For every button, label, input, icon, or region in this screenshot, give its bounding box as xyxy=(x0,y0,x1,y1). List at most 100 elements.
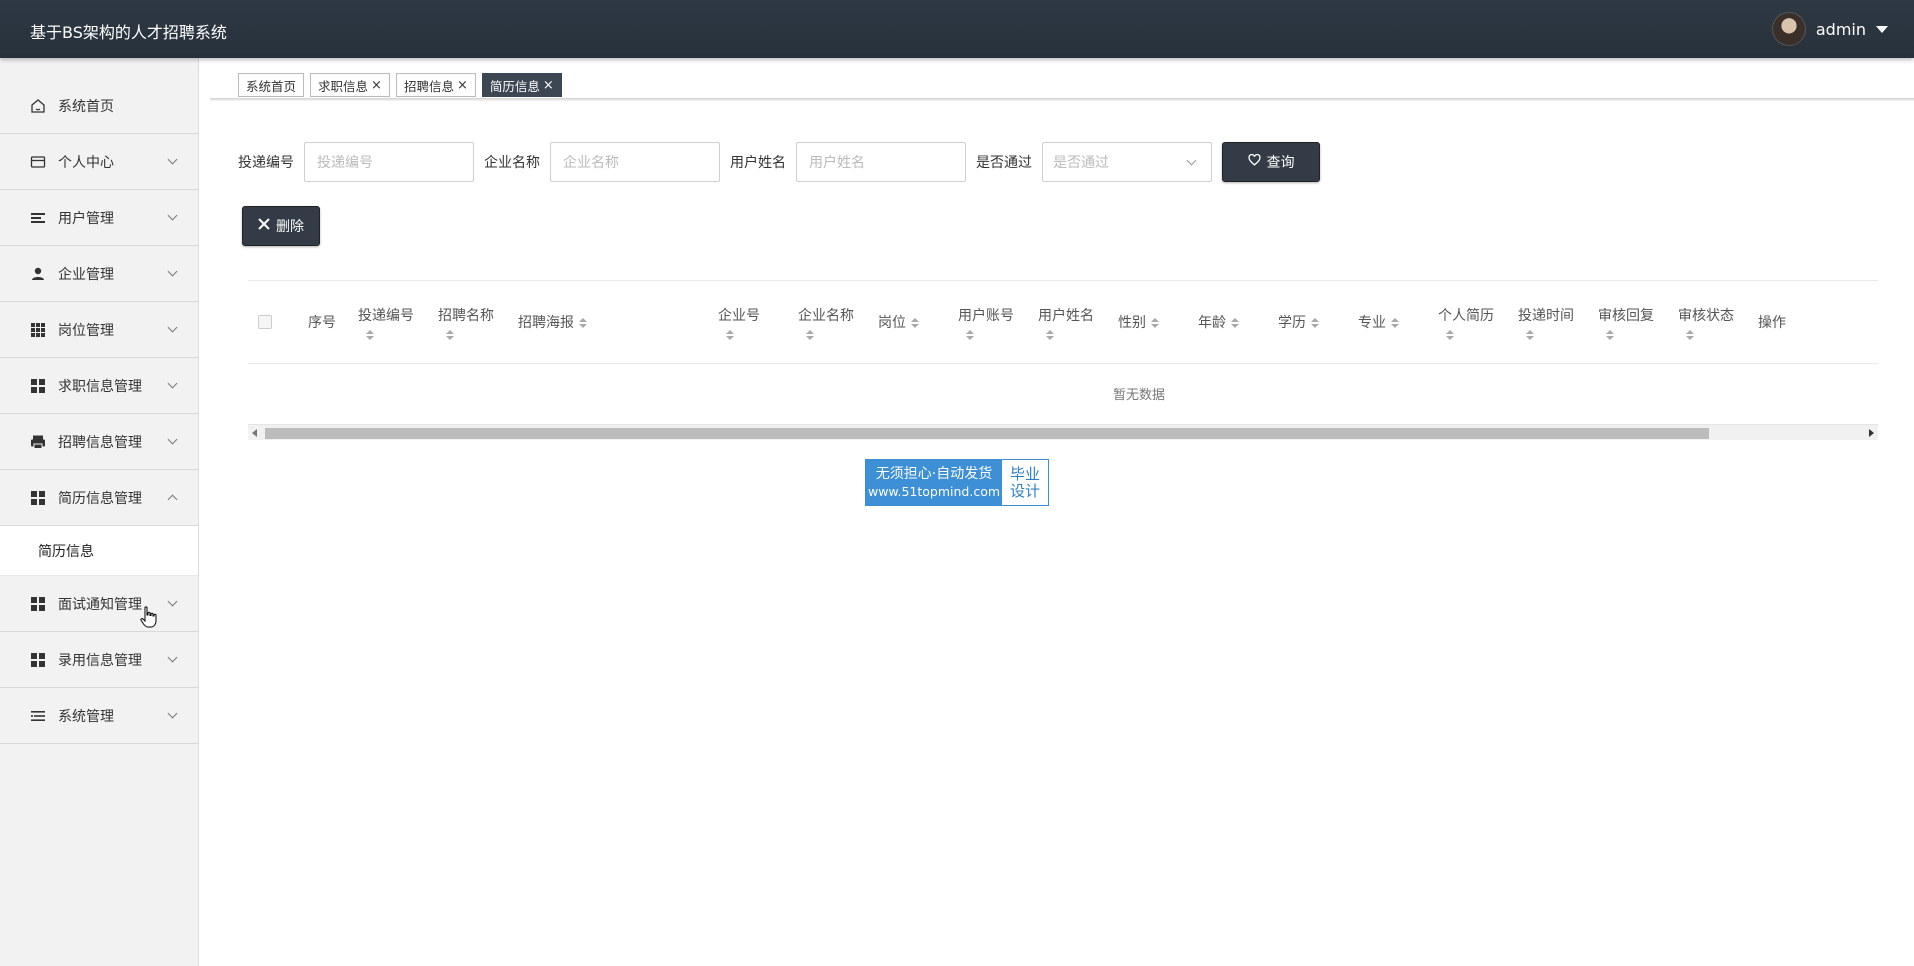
query-button[interactable]: 查询 xyxy=(1222,142,1320,182)
sort-icon[interactable] xyxy=(366,329,414,340)
column-header[interactable]: 企业号 xyxy=(718,281,760,364)
tab-label: 招聘信息 xyxy=(403,78,454,94)
sort-icon[interactable] xyxy=(1151,317,1159,328)
caret-down-icon[interactable] xyxy=(1876,25,1888,33)
chevron-down-icon xyxy=(167,434,178,445)
company-name-input[interactable]: 企业名称 xyxy=(550,142,720,182)
column-header[interactable]: 性别 xyxy=(1118,281,1159,364)
sidebar-item[interactable]: 系统管理 xyxy=(0,688,198,744)
tab-close-icon[interactable]: × xyxy=(543,78,554,93)
horizontal-scrollbar[interactable] xyxy=(248,424,1878,440)
sort-icon[interactable] xyxy=(1391,317,1399,328)
sidebar-item-label: 岗位管理 xyxy=(58,322,114,339)
sidebar-subitem-resume[interactable]: 简历信息 xyxy=(0,526,198,576)
empty-text: 暂无数据 xyxy=(1112,388,1165,403)
sort-icon[interactable] xyxy=(446,329,494,340)
badge-right: 毕业 设计 xyxy=(1002,460,1048,505)
apps-icon xyxy=(30,596,46,612)
column-header[interactable]: 审核状态 xyxy=(1678,281,1734,364)
chevron-down-icon xyxy=(167,652,178,663)
column-header[interactable]: 岗位 xyxy=(878,281,919,364)
column-header[interactable]: 投递时间 xyxy=(1518,281,1574,364)
sidebar-item[interactable]: 招聘信息管理 xyxy=(0,414,198,470)
chevron-down-icon xyxy=(167,154,178,165)
sidebar-item-label: 系统管理 xyxy=(58,708,114,725)
column-header-label: 企业号 xyxy=(718,307,760,324)
bars-icon xyxy=(30,210,46,226)
sidebar-item-label: 招聘信息管理 xyxy=(58,434,142,451)
sidebar-item[interactable]: 个人中心 xyxy=(0,134,198,190)
column-header[interactable]: 投递编号 xyxy=(358,281,414,364)
tab-label: 系统首页 xyxy=(246,78,297,94)
user-name-input[interactable]: 用户姓名 xyxy=(796,142,966,182)
sidebar-item-label: 用户管理 xyxy=(58,210,114,227)
column-header[interactable]: 招聘名称 xyxy=(438,281,494,364)
grid-icon xyxy=(30,322,46,338)
column-header[interactable]: 年龄 xyxy=(1198,281,1239,364)
table-header: 序号 投递编号 招聘名称 招聘海报 企业号 企业名称 岗位 用户账号 用户姓名 性别 年龄 学历 专业 个… xyxy=(248,281,1878,364)
tab[interactable]: 简历信息 × xyxy=(481,73,562,97)
sidebar-item[interactable]: 简历信息管理 xyxy=(0,470,198,526)
column-header-label: 招聘名称 xyxy=(438,307,494,324)
scroll-right-icon[interactable] xyxy=(1869,429,1874,437)
column-header[interactable]: 专业 xyxy=(1358,281,1399,364)
column-header[interactable]: 个人简历 xyxy=(1438,281,1494,364)
sidebar-item-label: 企业管理 xyxy=(58,266,114,283)
sidebar-item[interactable]: 企业管理 xyxy=(0,246,198,302)
delete-button[interactable]: 删除 xyxy=(242,206,320,246)
sort-icon[interactable] xyxy=(1526,329,1574,340)
sort-icon[interactable] xyxy=(1606,329,1654,340)
tab[interactable]: 招聘信息 × xyxy=(395,73,476,97)
scrollbar-thumb[interactable] xyxy=(265,428,1709,439)
sidebar-item[interactable]: 求职信息管理 xyxy=(0,358,198,414)
tab[interactable]: 系统首页 xyxy=(238,73,305,97)
sidebar-item[interactable]: 岗位管理 xyxy=(0,302,198,358)
column-header-row: 岗位 xyxy=(878,313,919,333)
delivery-no-label: 投递编号 xyxy=(238,155,294,171)
sort-icon[interactable] xyxy=(1046,329,1094,340)
sort-icon[interactable] xyxy=(1686,329,1734,340)
tab-label: 简历信息 xyxy=(489,78,540,94)
list-icon xyxy=(30,708,46,724)
tab-divider xyxy=(210,98,1914,101)
card-icon xyxy=(30,154,46,170)
badge-left: 无须担心·自动发货 www.51topmind.com xyxy=(866,460,1002,505)
app-title: 基于BS架构的人才招聘系统 xyxy=(30,23,227,42)
sort-icon[interactable] xyxy=(911,317,919,328)
approved-select[interactable]: 是否通过 xyxy=(1042,142,1212,182)
sidebar-item-label: 求职信息管理 xyxy=(58,378,142,395)
column-header-label: 投递编号 xyxy=(358,307,414,324)
column-header-label: 年龄 xyxy=(1198,314,1226,331)
column-header[interactable]: 招聘海报 xyxy=(518,281,587,364)
tab-close-icon[interactable]: × xyxy=(371,78,382,93)
column-header[interactable]: 企业名称 xyxy=(798,281,854,364)
badge-line1: 无须担心·自动发货 xyxy=(875,465,993,482)
username[interactable]: admin xyxy=(1816,20,1866,39)
sidebar-item[interactable]: 系统首页 xyxy=(0,78,198,134)
sidebar-item[interactable]: 用户管理 xyxy=(0,190,198,246)
column-header[interactable]: 学历 xyxy=(1278,281,1319,364)
badge-line2: www.51topmind.com xyxy=(867,483,1001,499)
column-header[interactable]: 用户账号 xyxy=(958,281,1014,364)
column-header-label: 岗位 xyxy=(878,314,906,331)
sort-icon[interactable] xyxy=(1446,329,1494,340)
column-header[interactable]: 用户姓名 xyxy=(1038,281,1094,364)
column-header[interactable]: 审核回复 xyxy=(1598,281,1654,364)
delivery-no-input[interactable]: 投递编号 xyxy=(304,142,474,182)
tab[interactable]: 求职信息 × xyxy=(310,73,390,97)
column-header-row: 专业 xyxy=(1358,313,1399,333)
sort-icon[interactable] xyxy=(1231,317,1239,328)
sort-icon[interactable] xyxy=(726,329,760,340)
user-menu[interactable]: admin xyxy=(1771,12,1888,46)
sort-icon[interactable] xyxy=(1311,317,1319,328)
sort-icon[interactable] xyxy=(806,329,854,340)
sort-icon[interactable] xyxy=(966,329,1014,340)
avatar[interactable] xyxy=(1771,12,1806,46)
sidebar-item[interactable]: 录用信息管理 xyxy=(0,632,198,688)
sort-icon[interactable] xyxy=(579,317,587,328)
company-name-label: 企业名称 xyxy=(484,155,540,171)
tab-close-icon[interactable]: × xyxy=(457,78,468,93)
select-all-checkbox[interactable] xyxy=(258,315,272,329)
scroll-left-icon[interactable] xyxy=(252,429,257,437)
sidebar-item[interactable]: 面试通知管理 xyxy=(0,576,198,632)
